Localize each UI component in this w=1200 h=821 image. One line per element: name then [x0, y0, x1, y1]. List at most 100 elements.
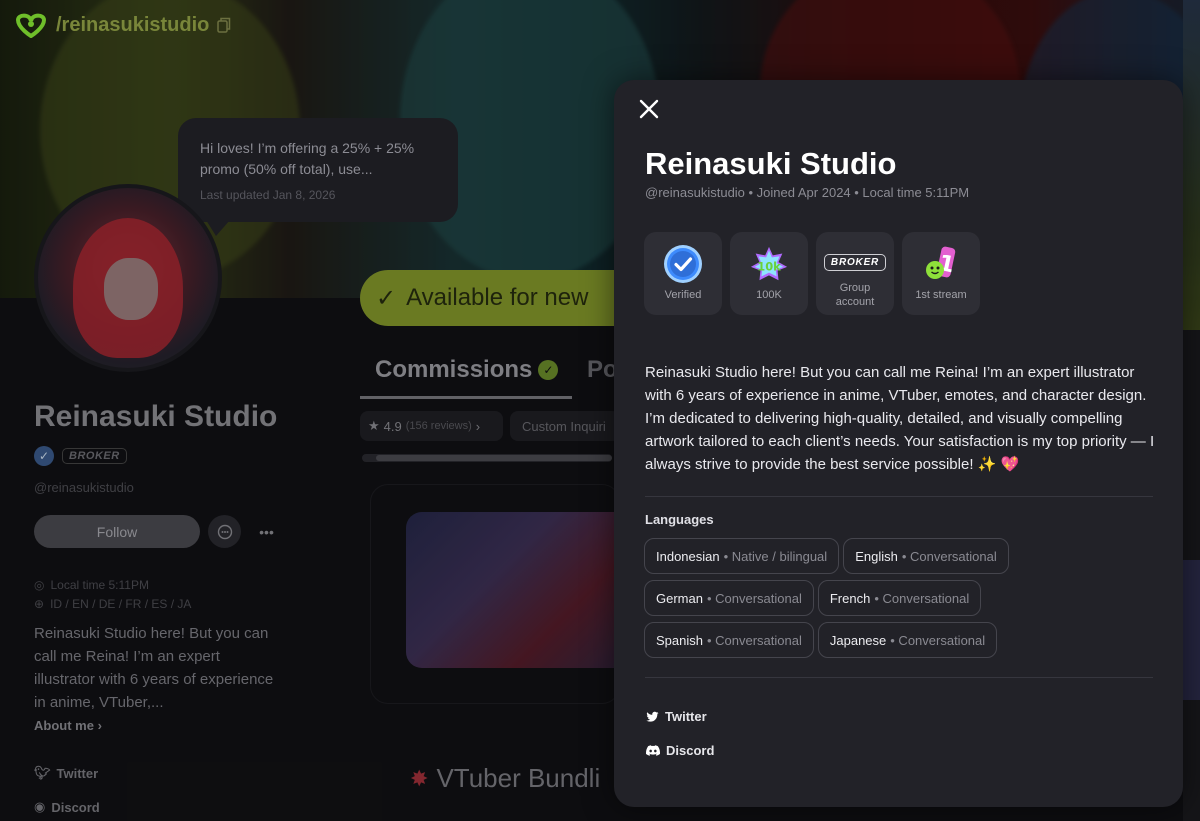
broker-badge[interactable]: BROKER: [62, 448, 127, 464]
chat-icon: [217, 524, 232, 539]
twitter-icon: [646, 711, 659, 722]
close-button[interactable]: [636, 96, 662, 122]
status-updated: Last updated Jan 8, 2026: [200, 188, 336, 202]
badge-label: Verified: [664, 289, 702, 301]
profile-name: Reinasuki Studio: [34, 400, 278, 433]
discord-label: Discord: [666, 743, 715, 758]
divider: [645, 677, 1153, 678]
panel-title: Reinasuki Studio: [645, 146, 897, 181]
twitter-link[interactable]: 🐦︎ Twitter: [34, 765, 98, 781]
twitter-link[interactable]: Twitter: [646, 709, 707, 724]
discord-link[interactable]: ◉ Discord: [34, 799, 100, 815]
language-name: Indonesian: [656, 548, 720, 564]
active-tab-indicator: [360, 396, 572, 399]
language-name: German: [656, 590, 703, 606]
message-button[interactable]: [208, 515, 241, 548]
discord-link[interactable]: Discord: [646, 743, 714, 758]
check-icon: ✓: [376, 284, 397, 312]
check-circle-icon: ✓: [538, 360, 559, 380]
site-logo-icon[interactable]: [14, 12, 48, 38]
about-me-label: About me: [34, 718, 94, 733]
star-icon: ★: [368, 418, 380, 433]
badge-verified[interactable]: Verified: [644, 232, 722, 315]
badge-label: 100K: [756, 289, 782, 301]
rating-score: 4.9: [383, 418, 402, 434]
languages-row: ⊕ ID / EN / DE / FR / ES / JA: [34, 597, 191, 611]
globe-icon: ⊕: [34, 597, 45, 611]
language-chip: English • Conversational: [843, 538, 1009, 574]
discord-icon: [646, 745, 660, 756]
avatar[interactable]: [34, 184, 222, 372]
language-name: Spanish: [656, 632, 703, 648]
broker-badge-icon: BROKER: [823, 254, 887, 271]
profile-badges: ✓ BROKER: [34, 446, 127, 466]
status-message: Hi loves! I’m offering a 25% + 25% promo…: [200, 140, 415, 177]
language-chip: Spanish • Conversational: [644, 622, 814, 658]
language-name: English: [855, 548, 898, 564]
background-edge: [1183, 0, 1200, 821]
follow-button[interactable]: Follow: [34, 515, 200, 548]
panel-subtitle: @reinasukistudio • Joined Apr 2024 • Loc…: [645, 185, 970, 200]
site-header: /reinasukistudio: [14, 12, 231, 38]
verified-icon: ✓: [34, 446, 54, 466]
language-name: Japanese: [829, 632, 887, 648]
about-panel: Reinasuki Studio @reinasukistudio • Join…: [614, 80, 1183, 807]
language-chip: Japanese • Conversational: [817, 622, 998, 658]
language-chip: Indonesian • Native / bilingual: [644, 538, 840, 574]
local-time-row: ◎ Local time 5:11PM: [34, 578, 149, 592]
filter-chip[interactable]: Custom Inquiri: [510, 411, 620, 441]
close-icon: [639, 99, 659, 119]
about-me-link[interactable]: About me ›: [34, 718, 102, 733]
commission-card-title[interactable]: ✸ VTuber Bundli: [410, 763, 600, 794]
chevron-right-icon: ›: [97, 718, 102, 733]
language-level: • Conversational: [706, 632, 802, 648]
commission-thumbnail[interactable]: [406, 512, 626, 668]
twitter-label: Twitter: [56, 765, 99, 781]
twitter-icon: 🐦︎: [34, 765, 51, 780]
location-pin-icon: ◎: [34, 578, 45, 592]
svg-text:10k: 10k: [757, 260, 781, 274]
verified-badge-icon: [663, 244, 703, 284]
rating-chip[interactable]: ★ 4.9 (156 reviews) ›: [360, 411, 503, 441]
language-level: • Conversational: [706, 590, 802, 606]
language-level: • Native / bilingual: [723, 548, 828, 564]
copy-icon[interactable]: [217, 17, 231, 33]
local-time: Local time 5:11PM: [50, 578, 149, 592]
badge-label: 1st stream: [915, 289, 967, 301]
languages-heading: Languages: [645, 512, 714, 527]
rating-reviews: (156 reviews): [405, 420, 472, 432]
profile-handle-link[interactable]: /reinasukistudio: [56, 14, 209, 37]
sparkle-icon: ✸: [410, 765, 429, 791]
tab-commissions-label: Commissions: [375, 356, 533, 383]
divider: [645, 496, 1153, 497]
language-level: • Conversational: [874, 590, 970, 606]
profile-bio-excerpt: Reinasuki Studio here! But you can call …: [34, 625, 274, 711]
badge-group-account[interactable]: BROKER Group account: [816, 232, 894, 315]
more-icon: •••: [259, 523, 274, 540]
availability-text: Available for new: [406, 284, 589, 311]
chevron-right-icon: ›: [475, 418, 481, 434]
badge-first-stream[interactable]: 1 1st stream: [902, 232, 980, 315]
discord-label: Discord: [51, 799, 100, 815]
language-name: French: [829, 590, 871, 606]
discord-icon: ◉: [34, 799, 46, 814]
more-options-button[interactable]: •••: [250, 515, 283, 548]
language-level: • Conversational: [901, 548, 997, 564]
language-codes: ID / EN / DE / FR / ES / JA: [50, 597, 192, 611]
profile-handle: @reinasukistudio: [34, 480, 134, 495]
status-speech-bubble[interactable]: Hi loves! I’m offering a 25% + 25% promo…: [178, 118, 458, 236]
card-title: VTuber Bundli: [436, 763, 601, 793]
language-level: • Conversational: [890, 632, 986, 648]
badge-100k[interactable]: 10k 100K: [730, 232, 808, 315]
tab-commissions[interactable]: Commissions ✓: [375, 356, 559, 384]
twitter-label: Twitter: [665, 709, 707, 724]
badge-label: Group account: [835, 282, 875, 308]
first-stream-badge-icon: 1: [921, 244, 961, 284]
panel-bio: Reinasuki Studio here! But you can call …: [645, 364, 1155, 473]
language-chip: French • Conversational: [817, 580, 982, 616]
horizontal-scrollbar[interactable]: [362, 454, 612, 462]
languages-list: Indonesian • Native / bilingual English …: [644, 538, 1044, 658]
language-chip: German • Conversational: [644, 580, 814, 616]
badge-list: Verified 10k 100K BROKER Group account 1: [644, 232, 980, 315]
100k-badge-icon: 10k: [749, 244, 789, 284]
